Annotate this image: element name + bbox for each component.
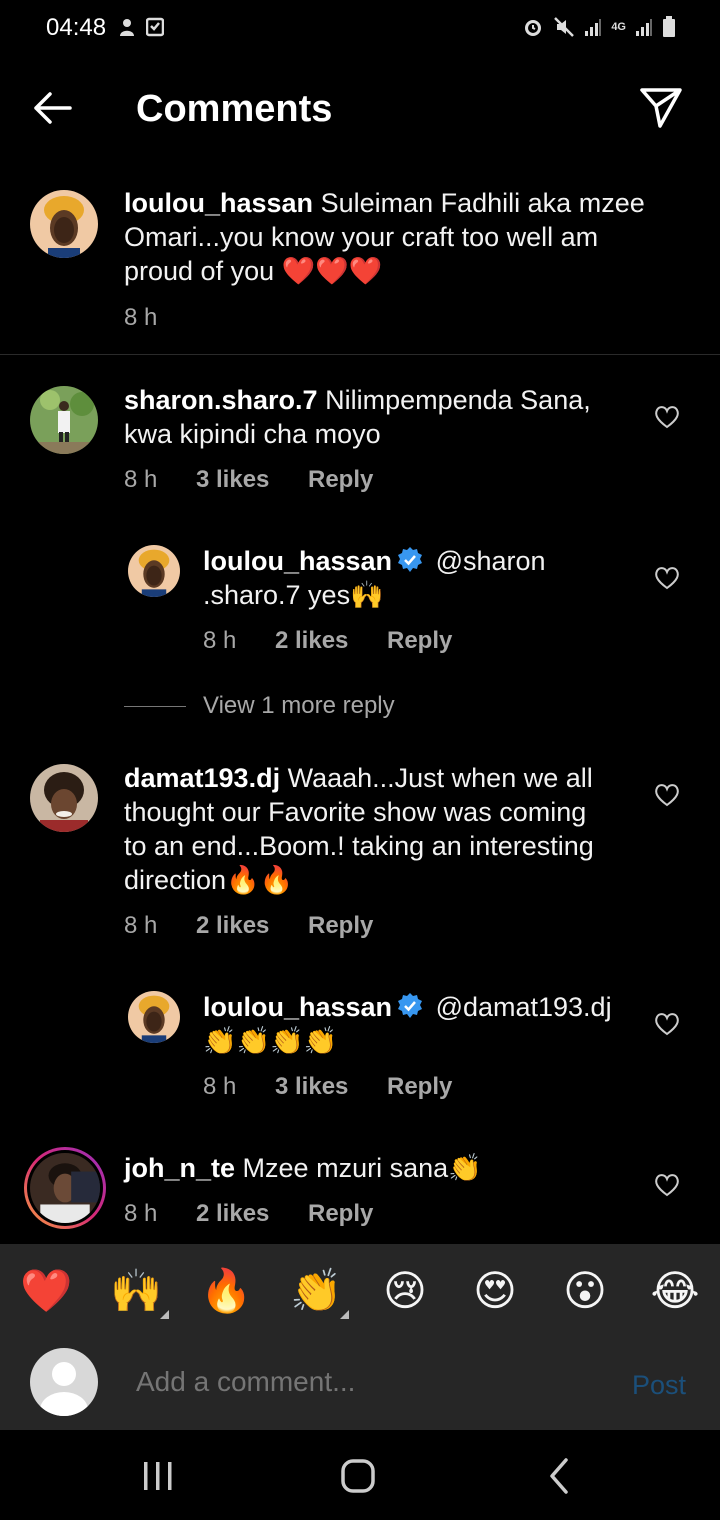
avatar[interactable] [128, 545, 180, 597]
comment-text-line2: thought our Favorite show was coming [124, 797, 587, 827]
reaction-laughing[interactable]: 😂 [650, 1266, 700, 1316]
comment-likes[interactable]: 2 likes [275, 627, 387, 655]
comment-text: Nilimpempenda Sana, [325, 385, 591, 415]
comment-text: @sharon [435, 546, 546, 576]
comment-text: Waaah...Just when we all [287, 763, 593, 793]
comment-text: Suleiman Fadhili aka mzee [320, 188, 645, 218]
divider [0, 354, 720, 355]
comment-text-line3: proud of you ❤️❤️❤️ [124, 256, 383, 286]
comment-time: 8 h [124, 466, 158, 493]
post-button[interactable]: Post [632, 1370, 686, 1401]
reaction-raised-hands[interactable]: 🙌 [110, 1266, 162, 1316]
reaction-clap[interactable]: 👏 [290, 1266, 342, 1316]
reply-button[interactable]: Reply [308, 1200, 373, 1228]
avatar[interactable] [30, 190, 98, 258]
signal-icon-2 [636, 19, 652, 36]
heart-icon[interactable] [654, 566, 680, 590]
download-box-icon [146, 17, 164, 37]
my-avatar [30, 1348, 98, 1416]
reaction-bar: ❤️ 🙌 🔥 👏 😢 😍 😮 😂 [0, 1244, 720, 1340]
view-more-replies[interactable]: View 1 more reply [124, 692, 395, 720]
reaction-crying[interactable]: 😢 [380, 1266, 430, 1316]
reaction-heart[interactable]: ❤️ [20, 1266, 72, 1316]
reply-button[interactable]: Reply [387, 627, 452, 655]
navigation-bar [0, 1430, 720, 1520]
comment-text: Mzee mzuri sana👏 [242, 1153, 482, 1183]
comment-username[interactable]: joh_n_te [124, 1153, 235, 1183]
status-bar: 04:48 4G [0, 0, 720, 56]
comment-username[interactable]: sharon.sharo.7 [124, 385, 318, 415]
comment-likes[interactable]: 2 likes [196, 1200, 308, 1228]
reaction-heart-eyes[interactable]: 😍 [470, 1266, 520, 1316]
story-avatar[interactable] [24, 1147, 106, 1229]
heart-icon[interactable] [654, 783, 680, 807]
view-more-line [124, 705, 186, 707]
avatar[interactable] [30, 764, 98, 832]
reply-button[interactable]: Reply [308, 912, 373, 940]
comment-text: @damat193.dj [435, 992, 612, 1022]
reaction-fire[interactable]: 🔥 [200, 1266, 252, 1316]
person-icon [120, 19, 134, 36]
comment-likes[interactable]: 2 likes [196, 912, 308, 940]
network-type: 4G [611, 21, 626, 33]
comment-time: 8 h [203, 627, 237, 654]
back-arrow-icon[interactable] [26, 82, 78, 134]
skin-tone-indicator [340, 1310, 349, 1319]
comment-username[interactable]: loulou_hassan [124, 188, 313, 218]
verified-badge-icon [398, 547, 423, 572]
skin-tone-indicator [160, 1310, 169, 1319]
avatar[interactable] [30, 386, 98, 454]
heart-icon[interactable] [654, 405, 680, 429]
heart-icon[interactable] [654, 1173, 680, 1197]
comment-input[interactable] [136, 1366, 556, 1398]
comment-time: 8 h [124, 1200, 158, 1227]
status-time: 04:48 [46, 14, 107, 41]
avatar[interactable] [128, 991, 180, 1043]
comment-username[interactable]: loulou_hassan [203, 546, 392, 576]
comment-time: 8 h [203, 1073, 237, 1100]
signal-icon [585, 19, 602, 36]
comment-time: 8 h [124, 912, 158, 939]
comment-text-line2: Omari...you know your craft too well am [124, 222, 599, 252]
battery-icon [663, 16, 675, 37]
comment-time: 8 h [124, 304, 158, 331]
recent-apps-icon[interactable] [138, 1456, 178, 1496]
comment-username[interactable]: loulou_hassan [203, 992, 392, 1022]
verified-badge-icon [398, 993, 423, 1018]
view-more-text[interactable]: View 1 more reply [203, 692, 395, 720]
header: Comments [0, 60, 720, 160]
comment-text-line2: kwa kipindi cha moyo [124, 419, 381, 449]
back-nav-icon[interactable] [540, 1456, 580, 1496]
send-icon[interactable] [636, 82, 686, 132]
reply-button[interactable]: Reply [387, 1073, 452, 1101]
comment-text-line3: to an end...Boom.! taking an interesting [124, 831, 594, 861]
page-title: Comments [136, 88, 333, 130]
alarm-icon [525, 20, 542, 36]
comment-input-bar: Post [0, 1340, 720, 1430]
reply-button[interactable]: Reply [308, 466, 373, 494]
comment-text-line2: 👏👏👏👏 [203, 1026, 338, 1056]
comment-likes[interactable]: 3 likes [275, 1073, 387, 1101]
home-icon[interactable] [338, 1456, 378, 1496]
comment-username[interactable]: damat193.dj [124, 763, 280, 793]
mute-icon [554, 17, 575, 37]
reaction-surprised[interactable]: 😮 [560, 1266, 610, 1316]
comment-text-line4: direction🔥🔥 [124, 865, 294, 895]
comment-text-line2: .sharo.7 yes🙌 [203, 580, 384, 610]
comment-likes[interactable]: 3 likes [196, 466, 308, 494]
heart-icon[interactable] [654, 1012, 680, 1036]
